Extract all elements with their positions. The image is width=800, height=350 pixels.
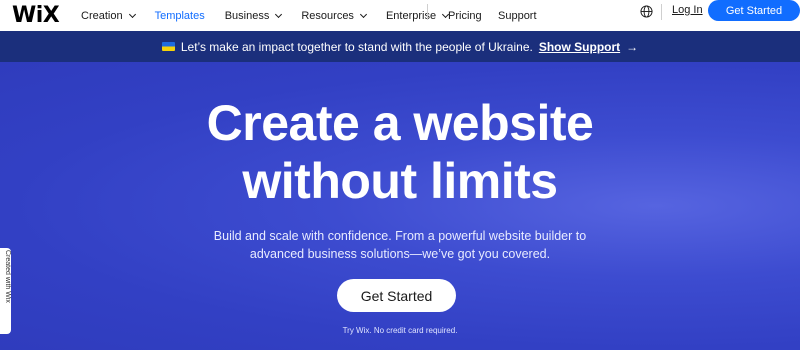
login-link[interactable]: Log In (672, 4, 703, 16)
top-nav: WiX Creation Templates Business Resource… (0, 0, 800, 31)
nav-item-creation[interactable]: Creation (81, 9, 136, 22)
headline-line: without limits (242, 153, 558, 209)
banner-text: Let’s make an impact together to stand w… (180, 39, 533, 54)
nav-item-label: Resources (301, 9, 354, 22)
subtext-line: Build and scale with confidence. From a … (213, 229, 587, 243)
show-support-link[interactable]: Show Support (539, 40, 620, 54)
subtext-line: advanced business solutions—we’ve got yo… (249, 247, 551, 261)
nav-item-label: Support (498, 9, 537, 22)
created-with-wix-tab[interactable]: Created with Wix (0, 248, 11, 334)
nav-items: Creation Templates Business Resources En… (81, 0, 468, 31)
nav-divider (427, 4, 428, 20)
chevron-down-icon (359, 10, 367, 18)
ukraine-banner: Let’s make an impact together to stand w… (0, 31, 800, 62)
nav-item-label: Creation (81, 9, 123, 22)
chevron-down-icon (128, 10, 136, 18)
nav-item-label: Enterprise (385, 9, 437, 22)
chevron-down-icon (275, 10, 283, 18)
nav-divider (661, 4, 662, 20)
arrow-right-icon[interactable]: → (626, 40, 638, 54)
nav-item-enterprise[interactable]: Enterprise (385, 9, 450, 22)
nav-item-label: Templates (154, 9, 205, 22)
nav-item-resources[interactable]: Resources (301, 9, 367, 22)
nav-item-pricing[interactable]: Pricing (448, 0, 482, 31)
hero-get-started-button[interactable]: Get Started (337, 279, 456, 312)
globe-icon[interactable] (640, 5, 653, 18)
get-started-button[interactable]: Get Started (708, 0, 800, 21)
hero-section: Create a website without limits Build an… (0, 62, 800, 350)
no-credit-card-note: Try Wix. No credit card required. (342, 326, 458, 335)
side-tab-label: Created with Wix (4, 250, 11, 303)
ukraine-flag-icon (161, 42, 175, 51)
nav-item-label: Business (224, 9, 270, 22)
headline-line: Create a website (206, 95, 594, 151)
nav-item-support[interactable]: Support (498, 0, 537, 31)
nav-item-business[interactable]: Business (224, 9, 283, 22)
hero-headline: Create a website without limits (0, 94, 800, 210)
nav-item-templates[interactable]: Templates (155, 10, 205, 22)
hero-subtext: Build and scale with confidence. From a … (0, 227, 800, 263)
nav-item-label: Pricing (448, 9, 482, 22)
wix-logo[interactable]: WiX (12, 0, 60, 31)
